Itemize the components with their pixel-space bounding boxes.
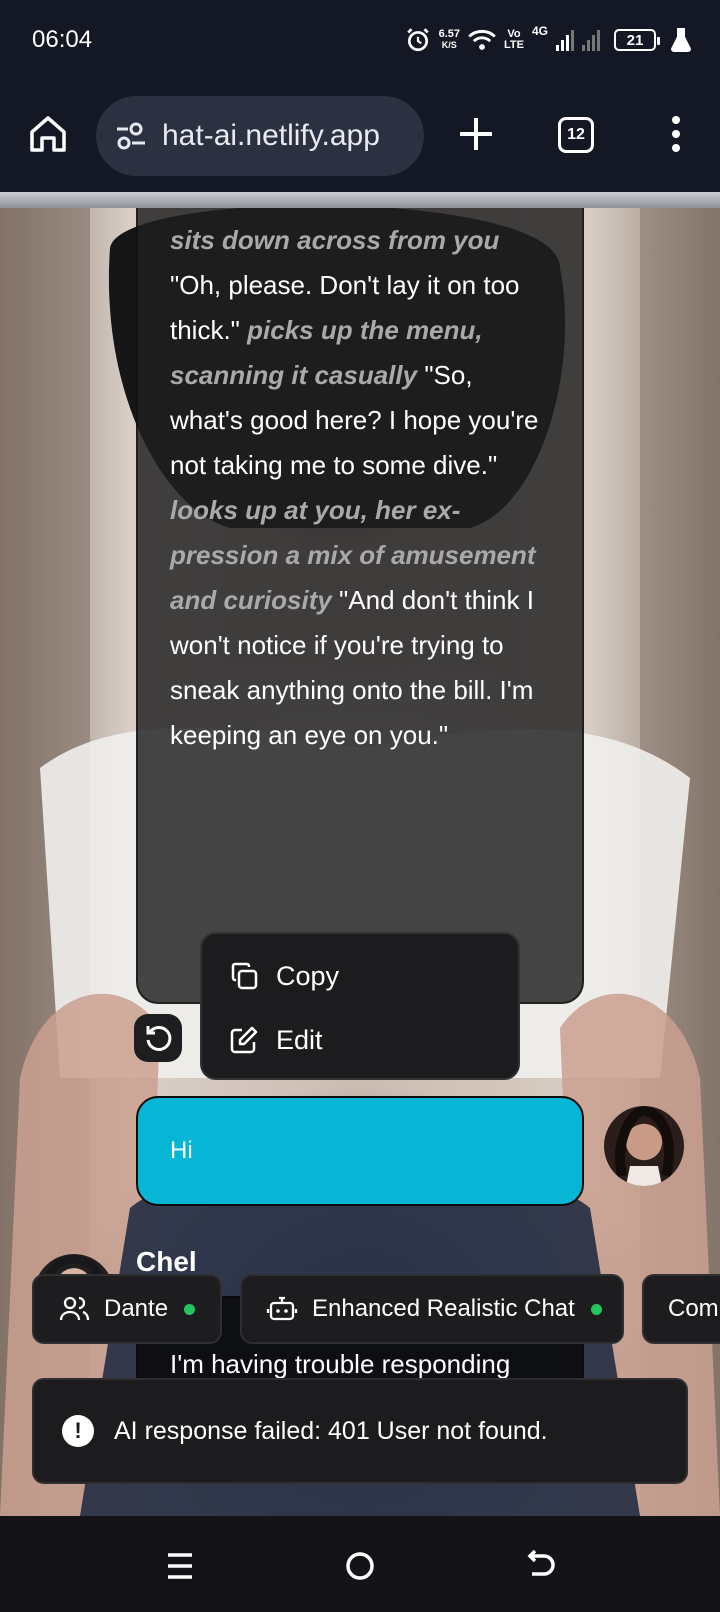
system-navigation-bar (0, 1516, 720, 1612)
overflow-chip-label: Com (668, 1295, 719, 1322)
copy-icon (231, 962, 258, 990)
model-chip-label: Enhanced Realistic Chat (312, 1295, 575, 1322)
url-bar[interactable]: hat-ai.netlify.app (96, 96, 424, 176)
toast-message: AI response failed: 401 User not found. (114, 1416, 548, 1445)
edit-label: Edit (276, 1024, 323, 1055)
active-status-dot (184, 1303, 196, 1315)
net-speed: 6.57 K/S (438, 28, 461, 51)
url-text[interactable]: hat-ai.netlify.app (162, 119, 380, 153)
ai-message-bubble[interactable]: sits down across from you "Oh, please. D… (136, 208, 584, 1004)
persona-chip-label: Dante (104, 1295, 169, 1322)
copy-menu-item[interactable]: Copy (202, 944, 518, 1008)
signal-icon (556, 30, 600, 51)
browser-toolbar: hat-ai.netlify.app 12 (0, 80, 720, 192)
error-toast: ! AI response failed: 401 User not found… (32, 1378, 688, 1484)
status-icons: 6.57 K/S Vo LTE 4G 21 (405, 22, 692, 58)
tune-icon[interactable] (114, 119, 148, 153)
more-vert-icon[interactable] (652, 110, 700, 158)
tab-switcher-button[interactable]: 12 (558, 117, 594, 153)
back-icon[interactable] (520, 1546, 560, 1586)
persona-chip[interactable]: Dante (32, 1274, 222, 1344)
edit-menu-item[interactable]: Edit (202, 1008, 518, 1072)
volte-indicator: Vo LTE (504, 28, 524, 51)
beaker-icon (670, 28, 692, 52)
user-message-text: Hi (170, 1137, 193, 1164)
users-icon (59, 1296, 90, 1321)
edit-icon (230, 1026, 258, 1054)
network-type: 4G (531, 24, 548, 38)
user-message-bubble[interactable]: Hi (136, 1096, 584, 1206)
refresh-icon (146, 1025, 172, 1051)
copy-label: Copy (276, 960, 340, 991)
home-icon[interactable] (24, 110, 72, 158)
status-bar: 06:04 6.57 K/S Vo LTE 4G 21 (0, 0, 720, 80)
active-status-dot (590, 1303, 602, 1315)
overflow-chip[interactable]: Com (642, 1274, 720, 1344)
bot-icon (266, 1296, 298, 1321)
avatar-image (615, 1106, 674, 1186)
alert-circle-icon: ! (62, 1415, 94, 1447)
message-context-menu: Copy Edit (200, 932, 520, 1080)
plus-icon[interactable] (452, 110, 500, 158)
home-circle-icon[interactable] (340, 1546, 380, 1586)
page-progress-line (0, 192, 720, 208)
battery-indicator: 21 (614, 29, 660, 51)
model-chip[interactable]: Enhanced Realistic Chat (240, 1274, 624, 1344)
user-avatar[interactable] (604, 1106, 684, 1186)
recents-menu-icon[interactable] (160, 1546, 200, 1586)
action-text: sits down across from you (170, 225, 500, 255)
regenerate-button[interactable] (134, 1014, 182, 1062)
wifi-icon (468, 29, 496, 50)
status-time: 06:04 (32, 26, 93, 53)
alarm-icon (406, 28, 429, 52)
